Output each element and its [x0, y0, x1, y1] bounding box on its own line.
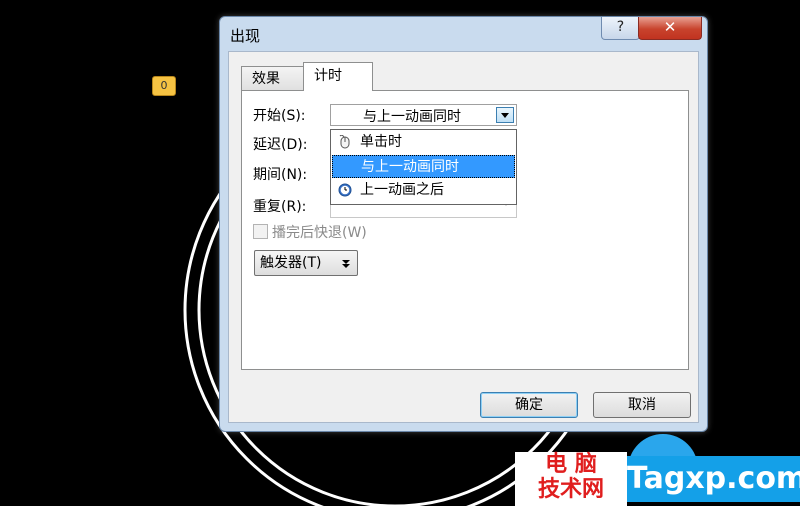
- duration-label: 期间(N):: [253, 167, 308, 183]
- start-label: 开始(S):: [253, 108, 306, 124]
- option-label: 与上一动画同时: [361, 159, 459, 175]
- watermark-cn-line1: 电 脑: [545, 451, 597, 477]
- double-chevron-down-icon: [342, 260, 350, 268]
- dialog-body: 效果 计时 开始(S): 与上一动画同时 延迟(D): 期间(N): 重复(R)…: [228, 51, 699, 423]
- start-dropdown-list: 单击时 与上一动画同时 上一动画之后: [330, 129, 517, 205]
- timing-panel: 开始(S): 与上一动画同时 延迟(D): 期间(N): 重复(R): 单击时: [241, 90, 689, 370]
- dialog-title: 出现: [230, 27, 261, 45]
- title-bar[interactable]: 出现 ? ✕: [220, 17, 707, 51]
- delay-label: 延迟(D):: [253, 137, 308, 153]
- rewind-checkbox-row: 播完后快退(W): [253, 222, 367, 242]
- trigger-button-label: 触发器(T): [260, 255, 322, 271]
- watermark-en: Tagxp.com: [627, 456, 800, 502]
- site-watermark: 电 脑 技术网 Tagxp.com: [515, 452, 800, 506]
- tab-effect[interactable]: 效果: [241, 66, 305, 90]
- option-label: 上一动画之后: [360, 182, 444, 198]
- start-select-value: 与上一动画同时: [363, 109, 461, 125]
- rewind-checkbox[interactable]: [253, 224, 268, 239]
- animation-order-tag[interactable]: 0: [152, 76, 176, 96]
- watermark-cn-line2: 技术网: [537, 476, 604, 502]
- cancel-button[interactable]: 取消: [593, 392, 691, 418]
- watermark-cn: 电 脑 技术网: [515, 452, 627, 506]
- mouse-icon: [339, 135, 350, 149]
- chevron-down-icon[interactable]: [496, 107, 514, 123]
- option-with-previous[interactable]: 与上一动画同时: [332, 155, 515, 178]
- appear-timing-dialog: 出现 ? ✕ 效果 计时 开始(S): 与上一动画同时 延迟(D): 期间(N)…: [219, 16, 708, 432]
- trigger-button[interactable]: 触发器(T): [254, 250, 358, 276]
- help-button[interactable]: ?: [601, 17, 640, 40]
- start-select[interactable]: 与上一动画同时: [330, 104, 517, 126]
- tab-timing[interactable]: 计时: [303, 62, 373, 91]
- clock-icon: [338, 183, 352, 197]
- close-button[interactable]: ✕: [638, 17, 702, 40]
- repeat-label: 重复(R):: [253, 199, 307, 215]
- option-after-previous[interactable]: 上一动画之后: [332, 179, 515, 202]
- ok-button[interactable]: 确定: [480, 392, 578, 418]
- rewind-checkbox-label: 播完后快退(W): [272, 225, 367, 241]
- option-on-click[interactable]: 单击时: [332, 131, 515, 154]
- option-label: 单击时: [360, 134, 402, 150]
